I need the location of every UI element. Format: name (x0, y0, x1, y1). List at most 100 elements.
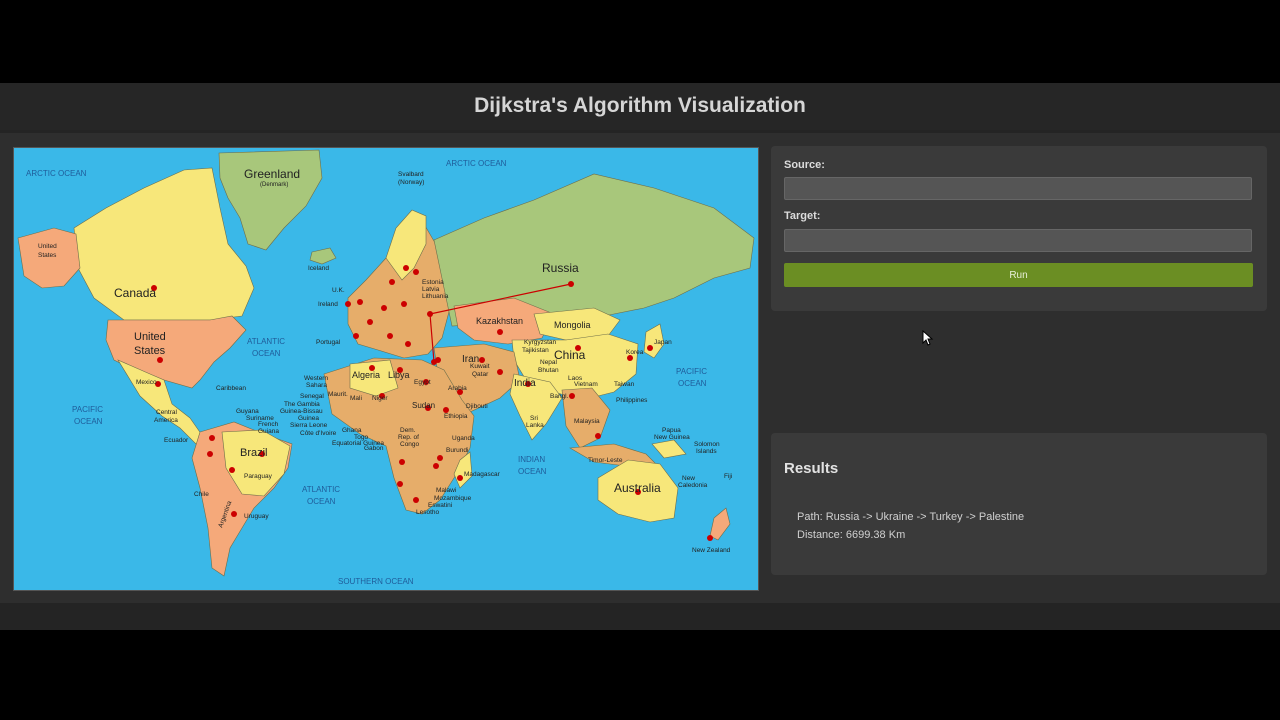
ocean-label-atlantic-south-2: OCEAN (307, 497, 336, 506)
label-dem-rep-2: Rep. of (398, 434, 419, 441)
label-kyrgyzstan: Kyrgyzstan (524, 339, 557, 346)
node-new-zealand[interactable] (707, 535, 713, 541)
label-mexico: Mexico (136, 379, 157, 386)
results-path: Path: Russia -> Ukraine -> Turkey -> Pal… (797, 511, 1025, 523)
label-sri-lanka-2: Lanka (526, 422, 544, 429)
node-colombia[interactable] (209, 435, 215, 441)
mouse-pointer-icon (922, 330, 934, 346)
node-japan[interactable] (647, 345, 653, 351)
label-gambia: The Gambia (284, 401, 320, 408)
node-finland[interactable] (413, 269, 419, 275)
label-nepal: Nepal (540, 359, 558, 366)
label-french-guiana: French (258, 421, 279, 428)
target-input[interactable] (784, 229, 1252, 252)
node-russia[interactable] (568, 281, 574, 287)
label-ethiopia: Ethiopia (444, 413, 468, 420)
ocean-label-pacific-east: PACIFIC (676, 367, 707, 376)
label-mongolia: Mongolia (554, 320, 591, 330)
label-guinea: Guinea (298, 415, 319, 422)
target-label: Target: (784, 210, 821, 222)
label-bhutan: Bhutan (538, 367, 559, 374)
node-palestine[interactable] (435, 357, 441, 363)
node-ireland[interactable] (345, 301, 351, 307)
world-map-svg[interactable]: ARCTIC OCEAN ARCTIC OCEAN ATLANTIC OCEAN… (14, 148, 758, 590)
ocean-label-pacific-east-2: OCEAN (678, 379, 707, 388)
ocean-label-southern: SOUTHERN OCEAN (338, 577, 414, 586)
node-germany[interactable] (381, 305, 387, 311)
label-uganda: Uganda (452, 435, 475, 442)
label-algeria: Algeria (352, 370, 380, 380)
input-panel: Source: Target: Run (771, 146, 1267, 311)
label-fiji: Fiji (724, 473, 732, 480)
node-drc[interactable] (399, 459, 405, 465)
label-senegal: Senegal (300, 393, 324, 400)
node-uk[interactable] (357, 299, 363, 305)
node-sweden[interactable] (403, 265, 409, 271)
label-guinea-bissau: Guinea-Bissau (280, 408, 323, 415)
app-window: Dijkstra's Algorithm Visualization ARCTI… (0, 83, 1280, 630)
label-qatar: Qatar (472, 371, 489, 378)
ocean-label-indian-2: OCEAN (518, 467, 547, 476)
ocean-label-arctic-east: ARCTIC OCEAN (446, 159, 507, 168)
label-united-states: United (134, 331, 166, 343)
label-alaska-2: States (38, 252, 57, 259)
label-djibouti: Djibouti (466, 403, 488, 410)
node-madagascar[interactable] (457, 475, 463, 481)
node-norway[interactable] (389, 279, 395, 285)
node-kenya[interactable] (437, 455, 443, 461)
node-greece[interactable] (405, 341, 411, 347)
label-papua-2: New Guinea (654, 434, 690, 441)
label-chile: Chile (194, 491, 209, 498)
node-pakistan[interactable] (497, 369, 503, 375)
label-arabia: Arabia (448, 385, 467, 392)
label-sri-lanka: Sri (530, 415, 538, 422)
ocean-label-indian: INDIAN (518, 455, 545, 464)
label-alaska: United (38, 243, 57, 250)
label-new-caledonia-2: Caledonia (678, 482, 708, 489)
label-papua: Papua (662, 427, 681, 434)
label-cote-divoire: Côte d'Ivoire (300, 430, 337, 437)
ocean-label-atlantic-south: ATLANTIC (302, 485, 340, 494)
node-poland[interactable] (401, 301, 407, 307)
node-argentina[interactable] (231, 511, 237, 517)
source-label: Source: (784, 159, 825, 171)
node-indonesia[interactable] (595, 433, 601, 439)
node-bolivia[interactable] (229, 467, 235, 473)
node-ukraine[interactable] (427, 311, 433, 317)
label-bangladesh: Bangl. (550, 393, 569, 400)
page-title: Dijkstra's Algorithm Visualization (0, 83, 1280, 130)
node-south-africa[interactable] (413, 497, 419, 503)
node-tanzania[interactable] (433, 463, 439, 469)
node-italy[interactable] (387, 333, 393, 339)
run-button[interactable]: Run (784, 263, 1253, 287)
label-central-america: Central (156, 409, 178, 416)
label-uruguay: Uruguay (244, 513, 269, 520)
label-sudan: Sudan (412, 401, 435, 410)
label-korea: Korea (626, 349, 644, 356)
label-western-sahara-2: Sahara (306, 382, 327, 389)
results-distance: Distance: 6699.38 Km (797, 529, 906, 541)
label-china: China (554, 348, 586, 362)
label-brazil: Brazil (240, 447, 268, 459)
node-peru[interactable] (207, 451, 213, 457)
label-vietnam: Vietnam (574, 381, 598, 388)
label-niger: Niger (372, 395, 388, 402)
node-usa[interactable] (157, 357, 163, 363)
label-lesotho: Lesotho (416, 509, 440, 516)
node-portugal[interactable] (353, 333, 359, 339)
node-angola[interactable] (397, 481, 403, 487)
world-map[interactable]: ARCTIC OCEAN ARCTIC OCEAN ATLANTIC OCEAN… (13, 147, 759, 591)
ocean-label-atlantic-north: ATLANTIC (247, 337, 285, 346)
node-kazakhstan[interactable] (497, 329, 503, 335)
label-malaysia: Malaysia (574, 418, 600, 425)
label-united-states-2: States (134, 345, 166, 357)
label-malawi: Malawi (436, 487, 456, 494)
source-input[interactable] (784, 177, 1252, 200)
label-dem-rep: Dem. (400, 427, 416, 434)
ocean-label-atlantic-north-2: OCEAN (252, 349, 281, 358)
node-thailand[interactable] (569, 393, 575, 399)
results-title: Results (784, 460, 839, 477)
node-france[interactable] (367, 319, 373, 325)
label-madagascar: Madagascar (464, 471, 501, 478)
label-dem-rep-3: Congo (400, 441, 420, 448)
